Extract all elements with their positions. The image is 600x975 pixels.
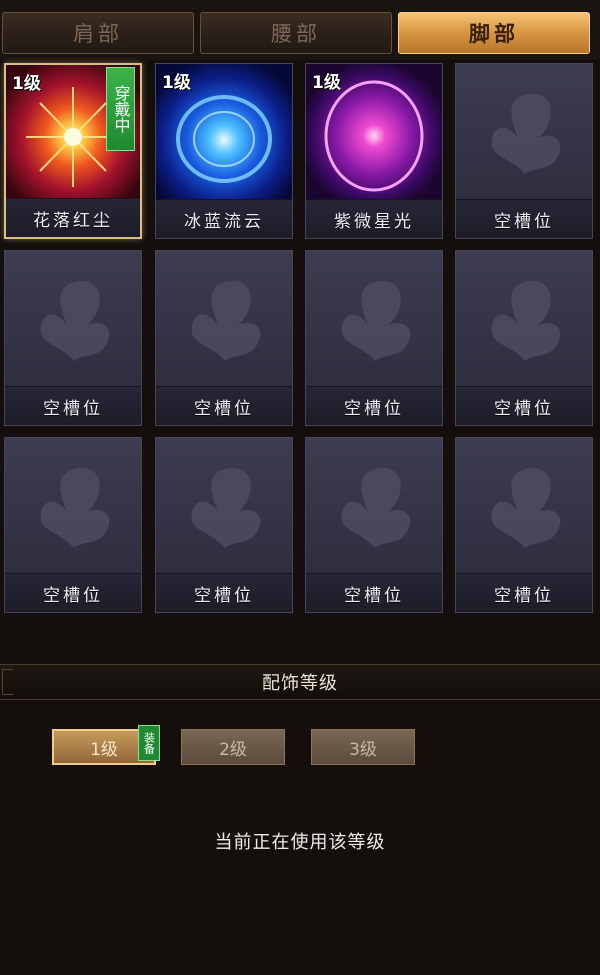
empty-slot[interactable]: 空槽位: [4, 250, 142, 426]
slot-name: 空槽位: [5, 386, 141, 425]
empty-slot[interactable]: 空槽位: [455, 437, 593, 613]
empty-slot[interactable]: 空槽位: [305, 437, 443, 613]
butterfly-icon: [191, 468, 261, 548]
slot-name: 空槽位: [5, 573, 141, 612]
level-button-2[interactable]: 2级: [181, 729, 285, 765]
slot-name: 空槽位: [456, 199, 592, 238]
empty-slot[interactable]: 空槽位: [455, 63, 593, 239]
slot-name: 空槽位: [456, 386, 592, 425]
butterfly-icon: [40, 281, 110, 361]
tab-waist[interactable]: 腰部: [200, 12, 392, 54]
slot-name: 冰蓝流云: [156, 199, 292, 238]
butterfly-icon: [341, 468, 411, 548]
butterfly-icon: [40, 468, 110, 548]
slot-level-label: 1级: [312, 73, 341, 93]
equipped-tag: 穿戴中: [106, 67, 135, 151]
slot-name: 空槽位: [156, 386, 292, 425]
tab-shoulder[interactable]: 肩部: [2, 12, 194, 54]
empty-slot[interactable]: 空槽位: [4, 437, 142, 613]
slot-name: 空槽位: [156, 573, 292, 612]
current-level-status: 当前正在使用该等级: [214, 832, 386, 853]
slot-name: 空槽位: [306, 573, 442, 612]
accessory-slot-2[interactable]: 1级 冰蓝流云: [155, 63, 293, 239]
accessory-slot-3[interactable]: 1级 紫微星光: [305, 63, 443, 239]
slot-name: 紫微星光: [306, 199, 442, 238]
butterfly-icon: [191, 281, 261, 361]
butterfly-icon: [341, 281, 411, 361]
empty-slot[interactable]: 空槽位: [155, 437, 293, 613]
slot-level-label: 1级: [162, 73, 191, 93]
empty-slot[interactable]: 空槽位: [155, 250, 293, 426]
empty-slot[interactable]: 空槽位: [305, 250, 443, 426]
accessory-level-header: 配饰等级: [0, 664, 600, 700]
accessory-level-title: 配饰等级: [262, 673, 338, 694]
accessory-slot-1[interactable]: 1级 穿戴中 花落红尘: [4, 63, 142, 239]
slot-level-label: 1级: [12, 74, 41, 94]
equipped-badge: 装备: [138, 725, 160, 761]
tab-feet[interactable]: 脚部: [398, 12, 590, 54]
butterfly-icon: [491, 281, 561, 361]
accessory-slot-grid: 1级 穿戴中 花落红尘 1级 冰蓝流云 1级 紫微星光 空槽位 空槽位 空槽位 …: [0, 60, 600, 620]
empty-slot[interactable]: 空槽位: [455, 250, 593, 426]
level-button-3[interactable]: 3级: [311, 729, 415, 765]
butterfly-icon: [491, 94, 561, 174]
slot-name: 花落红尘: [6, 198, 140, 237]
slot-name: 空槽位: [306, 386, 442, 425]
slot-name: 空槽位: [456, 573, 592, 612]
butterfly-icon: [491, 468, 561, 548]
slot-category-tabs: 肩部 腰部 脚部: [0, 0, 600, 60]
